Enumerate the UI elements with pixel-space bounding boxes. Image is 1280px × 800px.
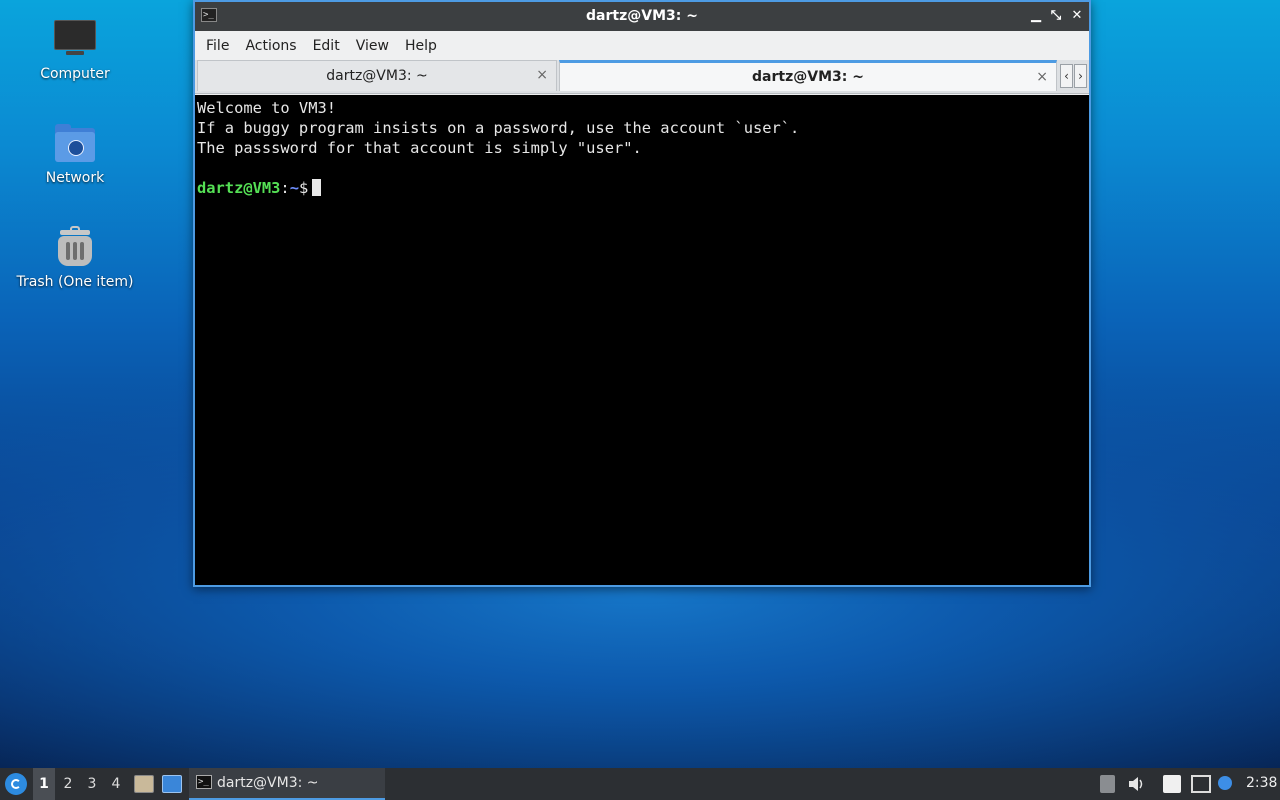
menu-help[interactable]: Help [397, 38, 445, 54]
desktop-icon-network[interactable]: Network [10, 122, 140, 186]
prompt-separator: : [280, 179, 290, 197]
task-label: dartz@VM3: ~ [217, 775, 319, 791]
network-status-icon[interactable] [1191, 775, 1211, 793]
title-bar[interactable]: >_ dartz@VM3: ~ ▁ ⤡ ✕ [195, 2, 1089, 31]
tab-label: dartz@VM3: ~ [752, 69, 864, 85]
terminal-window: >_ dartz@VM3: ~ ▁ ⤡ ✕ File Actions Edit … [193, 0, 1091, 587]
taskbar-task-terminal[interactable]: >_ dartz@VM3: ~ [189, 768, 385, 800]
terminal-line: If a buggy program insists on a password… [197, 119, 800, 137]
terminal-output[interactable]: Welcome to VM3! If a buggy program insist… [195, 95, 1089, 585]
tab-close-icon[interactable]: × [1036, 69, 1048, 85]
tab-scroll-left-icon[interactable]: ‹ [1060, 64, 1073, 88]
menu-actions[interactable]: Actions [237, 38, 304, 54]
tab-close-icon[interactable]: × [536, 67, 548, 83]
start-menu-icon[interactable] [5, 773, 27, 795]
text-cursor [312, 179, 322, 196]
close-button[interactable]: ✕ [1068, 7, 1086, 25]
network-folder-icon [53, 122, 97, 166]
desktop-icon-label: Trash (One item) [16, 274, 134, 290]
menu-bar: File Actions Edit View Help [195, 31, 1089, 60]
tab-scroll-right-icon[interactable]: › [1074, 64, 1087, 88]
tab-label: dartz@VM3: ~ [326, 68, 428, 84]
terminal-line: Welcome to VM3! [197, 99, 336, 117]
desktop-icon-label: Network [45, 170, 105, 186]
file-manager-icon[interactable] [134, 775, 154, 793]
desktop-icon-label: Computer [40, 66, 110, 82]
clipboard-icon[interactable] [1163, 775, 1181, 793]
workspace-4[interactable]: 4 [105, 768, 127, 800]
window-title: dartz@VM3: ~ [586, 8, 698, 24]
shell-prompt: dartz@VM3:~$ [197, 178, 1086, 198]
tab-terminal-2[interactable]: dartz@VM3: ~ × [559, 60, 1057, 91]
tab-terminal-1[interactable]: dartz@VM3: ~ × [197, 60, 557, 91]
workspace-3[interactable]: 3 [81, 768, 103, 800]
volume-icon[interactable] [1127, 775, 1145, 793]
notification-icon[interactable] [1218, 776, 1232, 790]
prompt-user: dartz@VM3 [197, 179, 281, 197]
tab-bar: dartz@VM3: ~ × dartz@VM3: ~ × ‹ › [195, 60, 1089, 94]
workspace-2[interactable]: 2 [57, 768, 79, 800]
workspace-1[interactable]: 1 [33, 768, 55, 800]
terminal-line: The passsword for that account is simply… [197, 139, 642, 157]
menu-file[interactable]: File [198, 38, 237, 54]
computer-icon [53, 18, 97, 62]
prompt-symbol: $ [298, 179, 309, 197]
eject-icon[interactable] [1100, 775, 1115, 793]
menu-view[interactable]: View [348, 38, 397, 54]
terminal-task-icon: >_ [196, 775, 212, 789]
minimize-button[interactable]: ▁ [1027, 7, 1045, 25]
menu-edit[interactable]: Edit [305, 38, 348, 54]
taskbar: 1 2 3 4 >_ dartz@VM3: ~ 2:38 [0, 768, 1280, 800]
desktop-icon-trash[interactable]: Trash (One item) [10, 226, 140, 290]
prompt-path: ~ [289, 179, 299, 197]
maximize-button[interactable]: ⤡ [1047, 7, 1065, 25]
clock[interactable]: 2:38 [1246, 775, 1277, 791]
show-desktop-icon[interactable] [162, 775, 182, 793]
trash-icon [53, 226, 97, 270]
desktop-icon-computer[interactable]: Computer [10, 18, 140, 82]
